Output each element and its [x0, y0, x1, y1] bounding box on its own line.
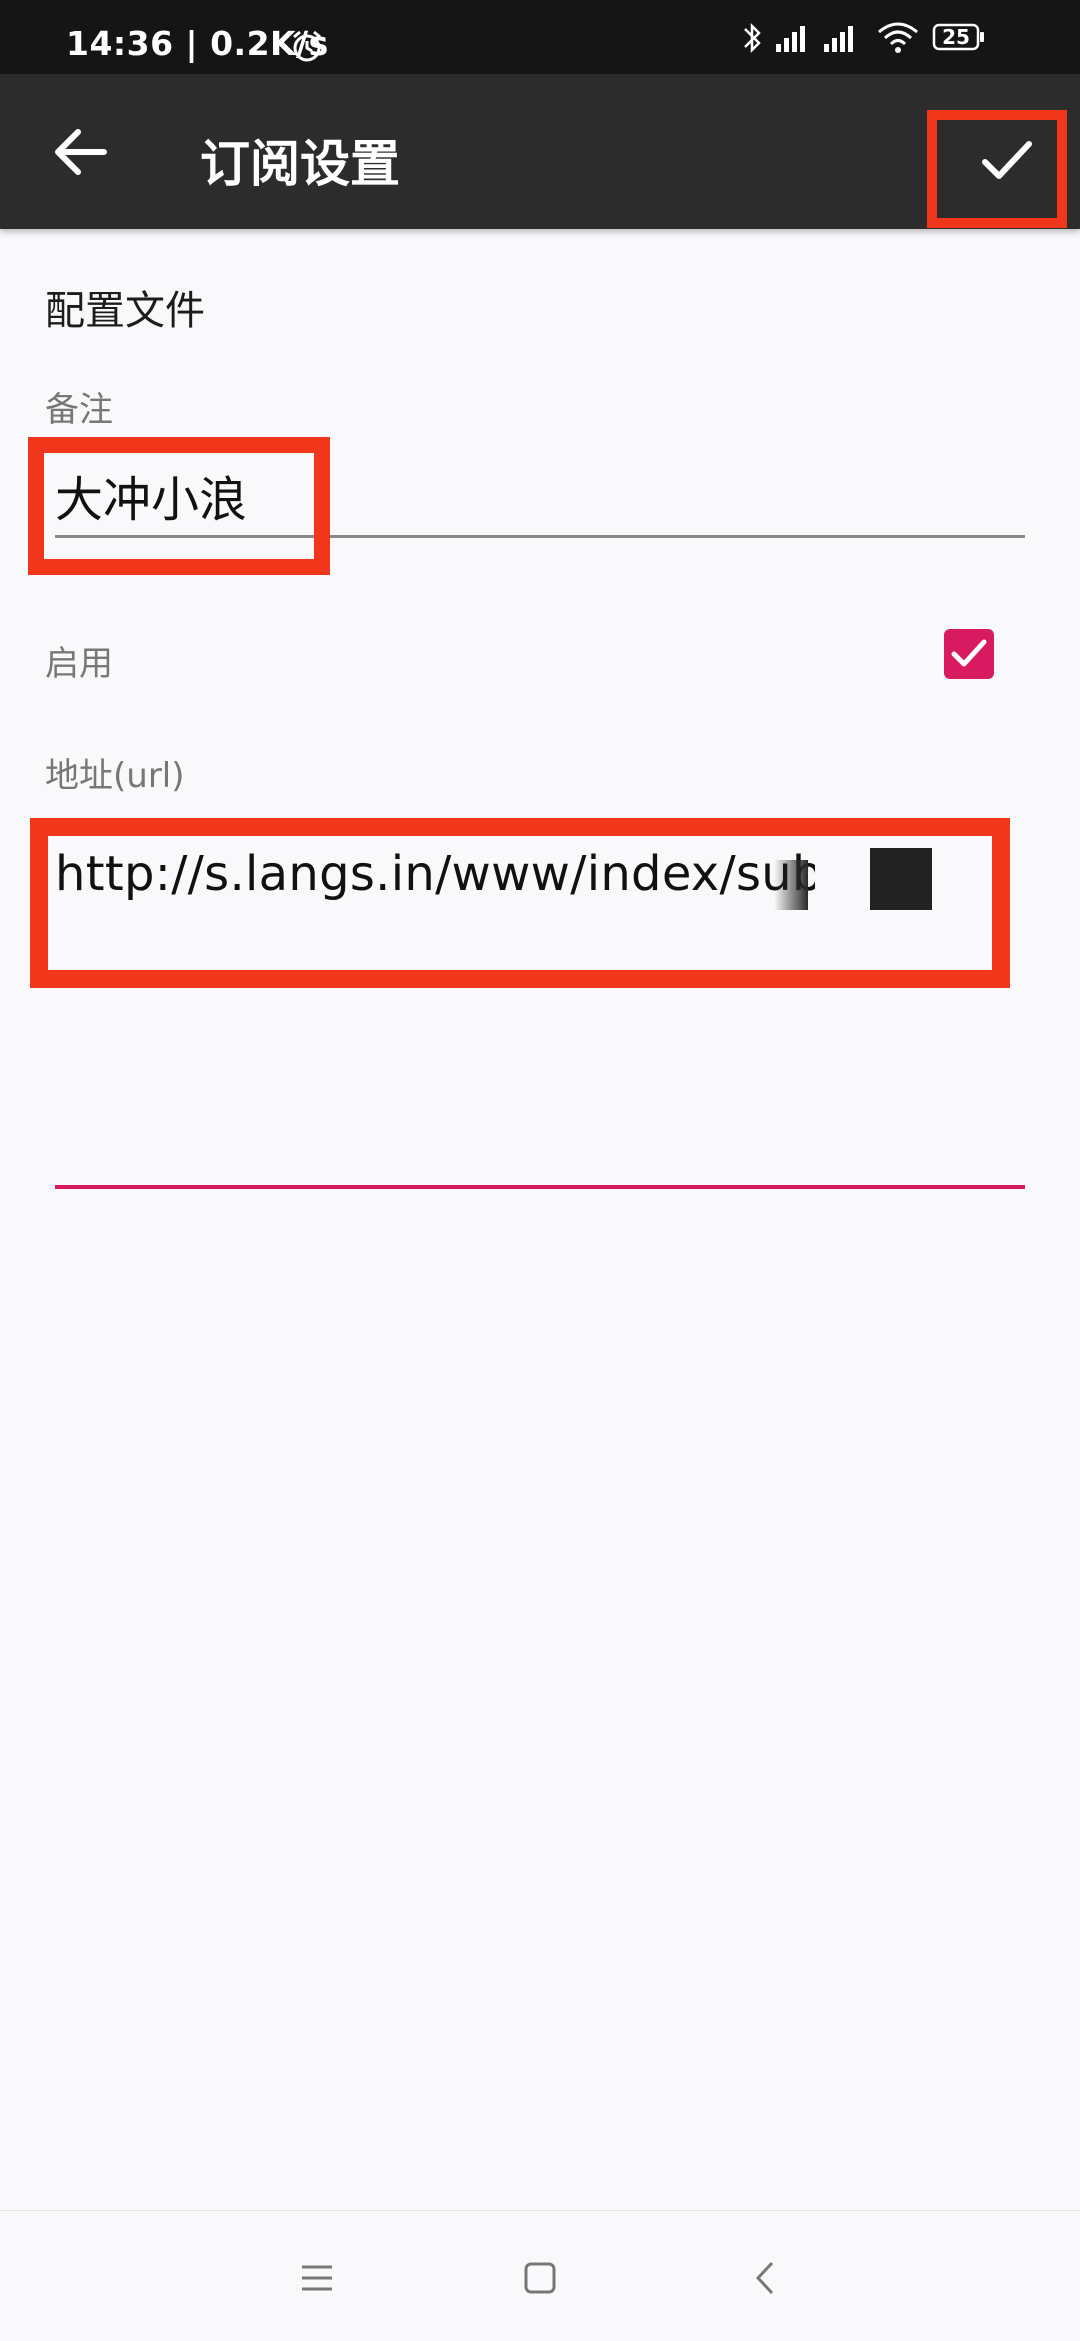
section-title: 配置文件 — [45, 288, 205, 334]
wifi-icon — [878, 22, 918, 53]
url-input-underline — [55, 1185, 1025, 1189]
page-title: 订阅设置 — [200, 135, 400, 193]
enable-checkbox[interactable] — [944, 629, 994, 679]
checkbox-check-icon — [951, 639, 987, 667]
arrow-left-icon — [55, 129, 107, 175]
nav-back-button[interactable] — [742, 2253, 792, 2303]
remark-input[interactable] — [55, 455, 1025, 538]
confirm-button[interactable] — [927, 110, 1067, 228]
enable-label: 启用 — [45, 644, 113, 684]
signal-icon-2 — [824, 26, 853, 52]
redaction-block — [870, 848, 932, 910]
home-square-icon — [524, 2262, 556, 2294]
alarm-icon — [293, 30, 321, 62]
url-label: 地址(url) — [45, 756, 185, 796]
app-bar: 订阅设置 — [0, 74, 1080, 229]
battery-level: 25 — [942, 25, 970, 49]
chevron-left-icon — [755, 2261, 774, 2295]
navigation-bar — [0, 2210, 1080, 2341]
url-input[interactable]: http://s.langs.in/www/index/sub — [55, 846, 815, 926]
signal-icon — [776, 26, 805, 52]
battery-icon: 25 — [932, 23, 984, 51]
nav-home-button[interactable] — [515, 2253, 565, 2303]
checkmark-icon — [982, 141, 1032, 179]
remark-label: 备注 — [45, 390, 113, 430]
back-button[interactable] — [44, 114, 120, 190]
status-icons: 25 — [744, 20, 1080, 60]
bluetooth-icon — [744, 22, 761, 54]
url-fade-overlay — [774, 860, 808, 910]
status-bar: 14:36 | 0.2K/s 25 — [0, 0, 1080, 74]
menu-icon — [302, 2265, 332, 2291]
nav-menu-button[interactable] — [292, 2253, 342, 2303]
